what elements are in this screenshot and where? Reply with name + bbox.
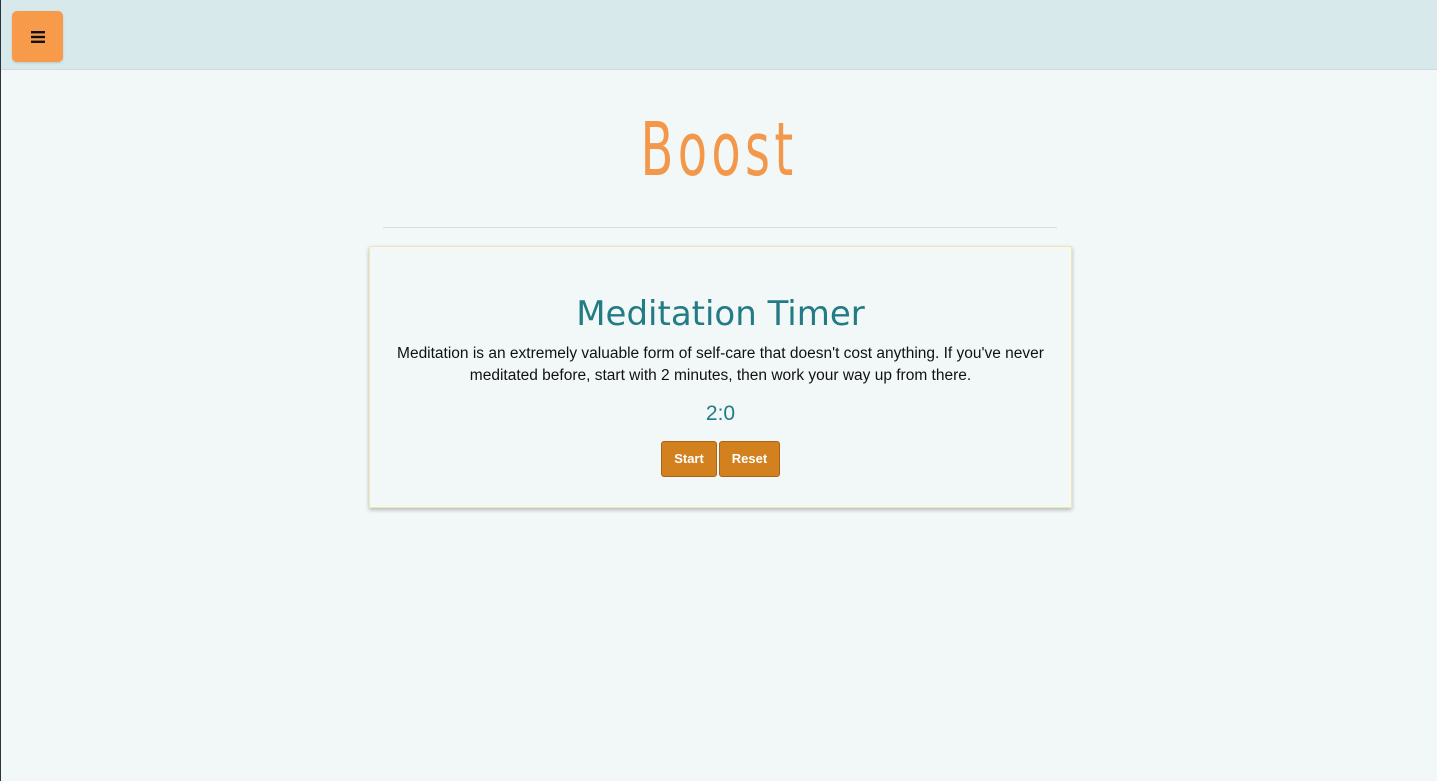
top-navbar [1,0,1437,70]
brand-title: Boost [640,107,798,193]
timer-display: 2:0 [705,402,736,425]
header-divider [383,227,1057,228]
start-button[interactable]: Start [661,441,717,477]
card-description: Meditation is an extremely valuable form… [397,345,1044,384]
menu-toggle-button[interactable] [12,11,63,62]
reset-button[interactable]: Reset [719,441,780,477]
meditation-timer-card: Meditation Timer Meditation is an extrem… [369,246,1072,508]
hamburger-menu-icon [30,30,45,43]
card-title: Meditation Timer [576,294,865,334]
